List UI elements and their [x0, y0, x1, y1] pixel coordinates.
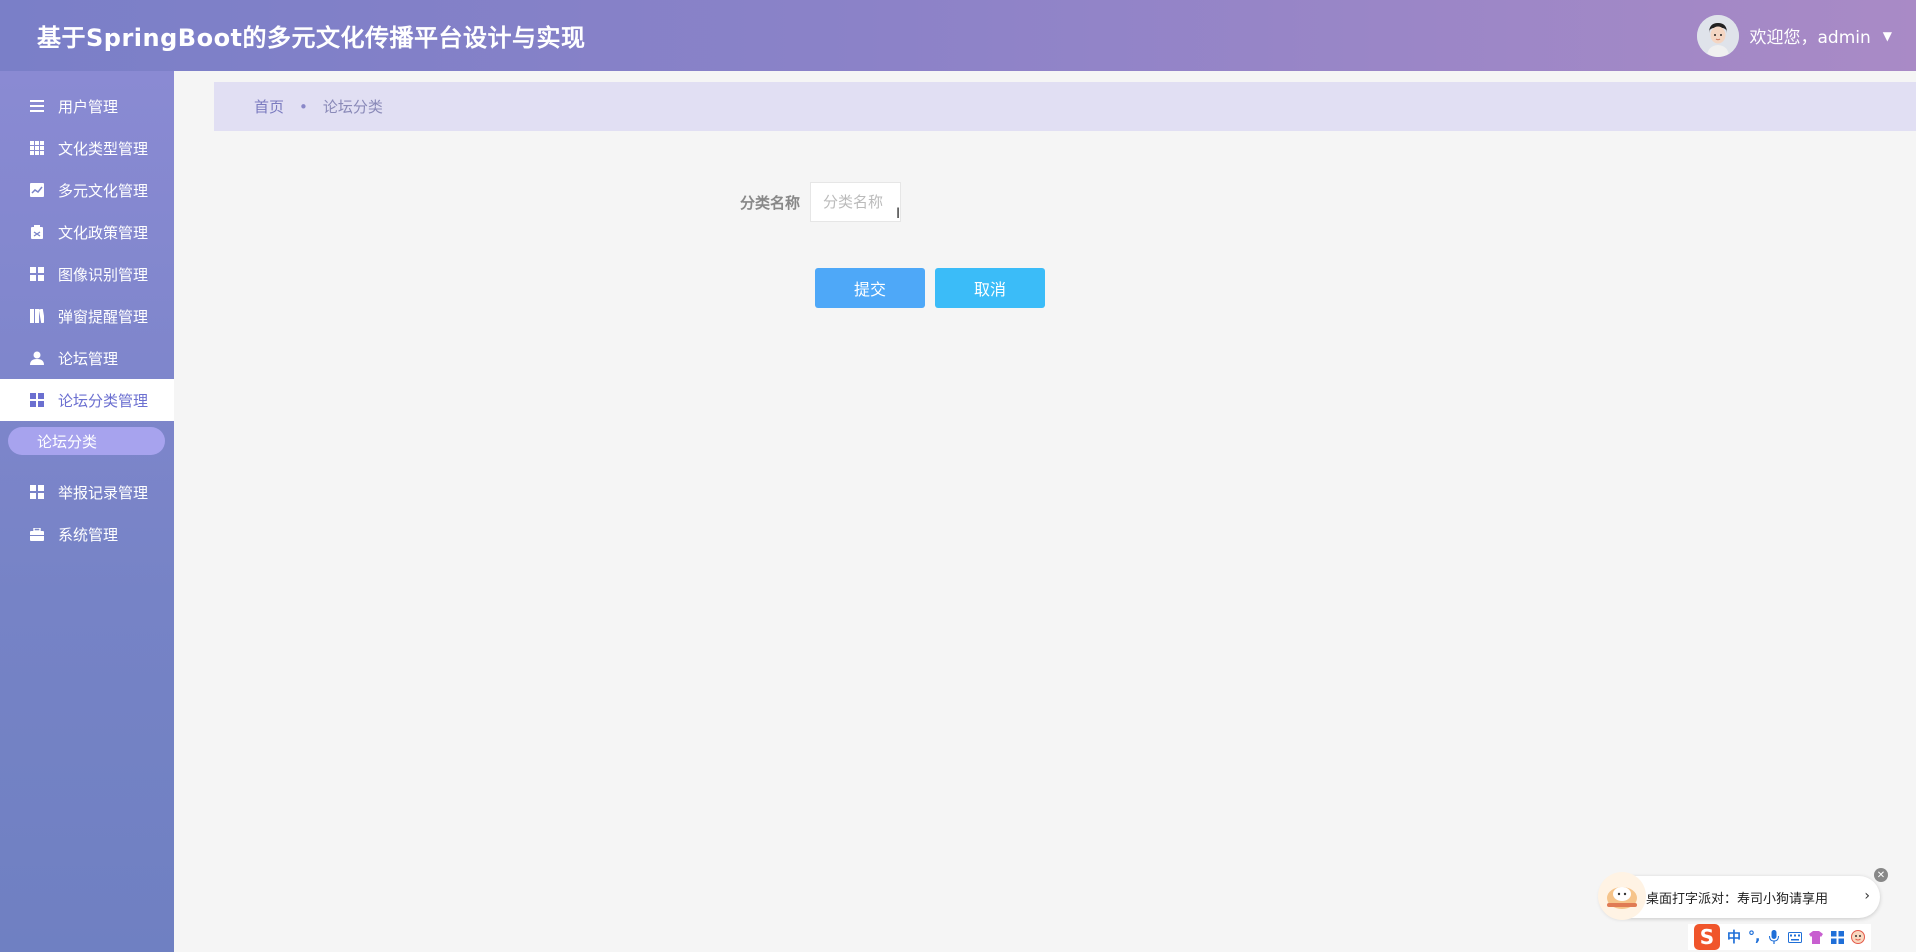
sidebar-item-label: 论坛管理 — [58, 349, 119, 368]
grid-icon — [29, 140, 45, 156]
list-icon — [29, 98, 45, 114]
chevron-down-icon[interactable]: ▼ — [1883, 29, 1892, 43]
ime-toolbar: S 中 °, — [1688, 924, 1872, 950]
menu-gap — [0, 461, 174, 471]
sidebar: 用户管理 文化类型管理 多元文化管理 文化政策管理 图像识别管理 弹窗提醒管理 — [0, 71, 174, 952]
briefcase-icon — [29, 526, 45, 542]
toolbox-icon[interactable] — [1830, 930, 1844, 944]
sidebar-item-users[interactable]: 用户管理 — [0, 85, 174, 127]
sidebar-item-popup-reminder[interactable]: 弹窗提醒管理 — [0, 295, 174, 337]
breadcrumb-separator: • — [299, 97, 308, 116]
category-form-row: 分类名称 — [740, 182, 902, 222]
book-icon — [29, 308, 45, 324]
sidebar-item-label: 文化政策管理 — [58, 223, 149, 242]
sidebar-item-label: 多元文化管理 — [58, 181, 149, 200]
submit-button[interactable]: 提交 — [815, 268, 925, 308]
welcome-text: 欢迎您，admin — [1749, 28, 1871, 48]
sidebar-item-label: 用户管理 — [58, 97, 119, 116]
skin-icon[interactable] — [1809, 930, 1824, 944]
clipboard-icon — [29, 224, 45, 240]
breadcrumb-current: 论坛分类 — [322, 98, 383, 116]
ime-promo-text: 桌面打字派对：寿司小狗请享用 — [1646, 891, 1829, 907]
dashboard-icon — [29, 484, 45, 500]
sidebar-item-forum[interactable]: 论坛管理 — [0, 337, 174, 379]
sidebar-item-reports[interactable]: 举报记录管理 — [0, 471, 174, 513]
submenu-item-forum-category[interactable]: 论坛分类 — [8, 427, 165, 455]
text-cursor-icon: I — [896, 206, 901, 222]
microphone-icon[interactable] — [1767, 930, 1781, 944]
chevron-right-icon[interactable]: › — [1864, 888, 1870, 904]
sidebar-item-label: 图像识别管理 — [58, 265, 149, 284]
sidebar-item-label: 论坛分类管理 — [58, 391, 149, 410]
user-menu[interactable]: 欢迎您，admin ▼ — [1697, 14, 1892, 57]
avatar[interactable] — [1697, 14, 1740, 57]
cancel-button[interactable]: 取消 — [935, 268, 1045, 308]
app-header: 基于SpringBoot的多元文化传播平台设计与实现 欢迎您，admin ▼ — [0, 0, 1916, 71]
mascot-icon — [1598, 872, 1646, 920]
sidebar-item-label: 系统管理 — [58, 525, 119, 544]
ime-promo-banner[interactable]: 桌面打字派对：寿司小狗请享用 › — [1598, 872, 1880, 920]
dashboard-icon — [29, 266, 45, 282]
user-icon — [29, 350, 45, 366]
keyboard-icon[interactable] — [1788, 930, 1803, 944]
sidebar-item-image-recognition[interactable]: 图像识别管理 — [0, 253, 174, 295]
avatar-icon — [1697, 14, 1740, 57]
chart-icon — [29, 182, 45, 198]
mascot-small-icon[interactable] — [1851, 930, 1866, 944]
category-name-label: 分类名称 — [740, 193, 801, 212]
ime-punctuation-toggle[interactable]: °, — [1748, 929, 1760, 945]
sidebar-item-label: 文化类型管理 — [58, 139, 149, 158]
sidebar-item-policy[interactable]: 文化政策管理 — [0, 211, 174, 253]
app-title: 基于SpringBoot的多元文化传播平台设计与实现 — [37, 24, 586, 52]
sidebar-item-system[interactable]: 系统管理 — [0, 513, 174, 555]
sidebar-item-label: 弹窗提醒管理 — [58, 307, 149, 326]
breadcrumb-home[interactable]: 首页 — [254, 96, 284, 117]
ime-mode-toggle[interactable]: 中 — [1727, 927, 1741, 947]
breadcrumb: 首页 • 论坛分类 — [214, 82, 1916, 131]
sidebar-item-culture-types[interactable]: 文化类型管理 — [0, 127, 174, 169]
sidebar-item-multiculture[interactable]: 多元文化管理 — [0, 169, 174, 211]
close-icon[interactable]: ✕ — [1874, 868, 1888, 882]
sogou-logo-icon[interactable]: S — [1694, 924, 1720, 950]
category-name-input[interactable] — [810, 182, 902, 222]
dashboard-icon — [29, 392, 45, 408]
sidebar-item-label: 举报记录管理 — [58, 483, 149, 502]
sidebar-item-forum-category[interactable]: 论坛分类管理 — [0, 379, 174, 421]
